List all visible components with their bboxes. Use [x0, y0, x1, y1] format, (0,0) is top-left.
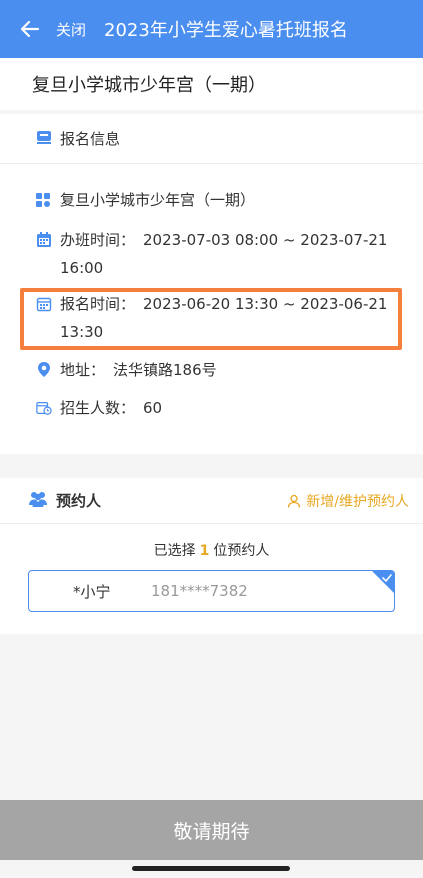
booker-title: 预约人	[56, 492, 102, 510]
address-key: 地址：	[60, 361, 106, 379]
info-row-quota: 招生人数： 60	[36, 394, 410, 422]
signup-time-text: 报名时间： 2023-06-20 13:30 ~ 2023-06-21 13:30	[60, 290, 410, 346]
section-title: 报名信息	[60, 130, 121, 148]
info-row-site: 复旦小学城市少年宫（一期）	[36, 186, 410, 214]
quota-value: 60	[143, 399, 163, 417]
booker-person-card[interactable]: *小宁 181****7382	[28, 570, 395, 612]
ticket-icon	[36, 129, 52, 149]
grid-icon	[36, 186, 52, 214]
app-header: 关闭 2023年小学生爱心暑托班报名	[0, 0, 423, 58]
calendar-outline-icon	[36, 290, 52, 318]
signup-info-card: 报名信息 复旦小学城市少年宫（一期） 办班时间： 2023-07-03 08:0…	[0, 114, 423, 454]
close-button[interactable]: 关闭	[56, 19, 86, 40]
header-title: 2023年小学生爱心暑托班报名	[104, 20, 348, 41]
selected-count: 1	[199, 543, 210, 559]
address-text: 地址： 法华镇路186号	[60, 356, 410, 384]
info-row-signup-time: 报名时间： 2023-06-20 13:30 ~ 2023-06-21 13:30	[36, 290, 410, 346]
checkmark-icon	[372, 571, 394, 593]
page-title: 复旦小学城市少年宫（一期）	[32, 75, 266, 96]
selected-prefix: 已选择	[153, 543, 196, 559]
address-value: 法华镇路186号	[113, 361, 217, 379]
person-phone: 181****7382	[151, 582, 248, 600]
section-header-signup-info: 报名信息	[0, 114, 423, 164]
quota-key: 招生人数：	[60, 399, 136, 417]
class-time-text: 办班时间： 2023-07-03 08:00 ~ 2023-07-21 16:00	[60, 226, 410, 282]
people-icon	[28, 491, 48, 511]
back-arrow-icon[interactable]	[10, 0, 50, 58]
site-name: 复旦小学城市少年宫（一期）	[60, 191, 256, 209]
manage-booker-label: 新增/维护预约人	[306, 493, 409, 510]
selected-suffix: 位预约人	[213, 543, 270, 559]
submit-button[interactable]: 敬请期待	[0, 800, 423, 860]
quota-text: 招生人数： 60	[60, 394, 410, 422]
person-name: *小宁	[73, 582, 111, 601]
info-row-address: 地址： 法华镇路186号	[36, 356, 410, 384]
signup-time-key: 报名时间：	[60, 295, 136, 313]
class-time-key: 办班时间：	[60, 231, 136, 249]
calendar-icon	[36, 226, 52, 254]
selected-count-line: 已选择 1 位预约人	[0, 540, 423, 560]
home-indicator	[132, 866, 290, 871]
location-pin-icon	[36, 356, 52, 384]
person-outline-icon	[287, 494, 301, 508]
calendar-clock-icon	[36, 394, 52, 422]
booker-card: 预约人 新增/维护预约人 已选择 1 位预约人 *小宁 181****7382	[0, 478, 423, 634]
page-title-bar: 复旦小学城市少年宫（一期）	[0, 58, 423, 110]
info-row-class-time: 办班时间： 2023-07-03 08:00 ~ 2023-07-21 16:00	[36, 226, 410, 282]
booker-header: 预约人 新增/维护预约人	[0, 478, 423, 524]
manage-booker-link[interactable]: 新增/维护预约人	[287, 491, 409, 511]
